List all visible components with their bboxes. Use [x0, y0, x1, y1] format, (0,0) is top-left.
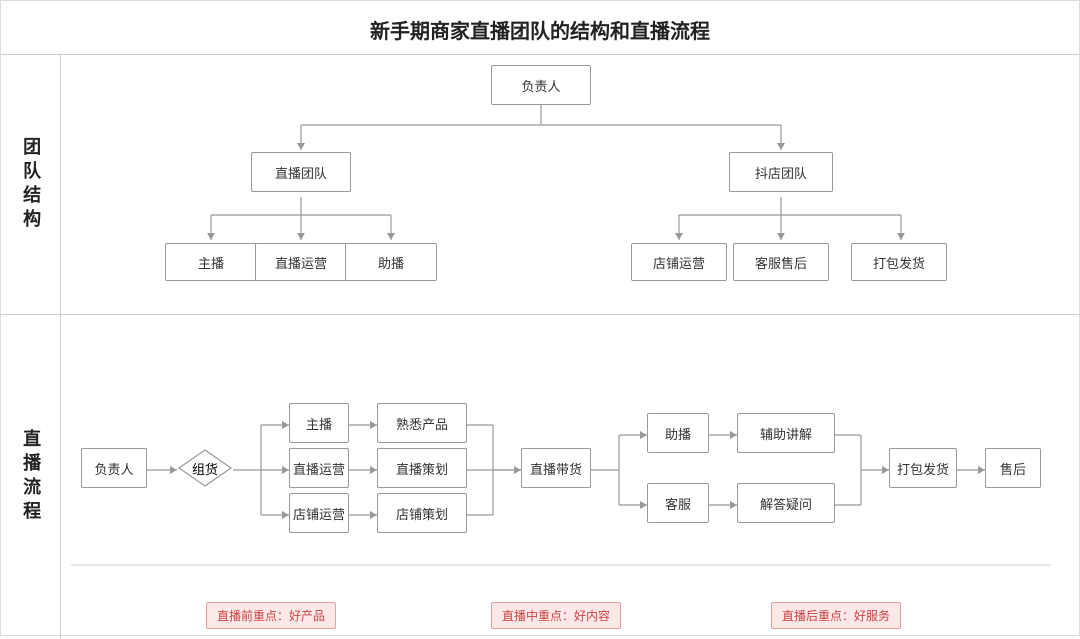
highlight-before: 直播前重点：好产品 [206, 602, 336, 629]
page: 新手期商家直播团队的结构和直播流程 团队结构 [0, 0, 1080, 636]
flow-dpch: 店铺策划 [377, 493, 467, 533]
flow-fzr: 负责人 [81, 448, 147, 488]
page-title: 新手期商家直播团队的结构和直播流程 [1, 1, 1079, 55]
box-dbfh-top: 打包发货 [851, 243, 947, 281]
box-zb2-top: 助播 [345, 243, 437, 281]
flow-zbch: 直播策划 [377, 448, 467, 488]
flow-dpyy: 店铺运营 [289, 493, 349, 533]
flow-zb2: 助播 [647, 413, 709, 453]
team-structure-section: 团队结构 [1, 55, 1079, 315]
main-content: 团队结构 [1, 55, 1079, 639]
team-label-text: 团队结构 [18, 137, 43, 233]
flow-zu: 组货 [177, 448, 233, 488]
box-zbyy-top: 直播运营 [255, 243, 347, 281]
box-fzr-top: 负责人 [491, 65, 591, 105]
flow-zbyy: 直播运营 [289, 448, 349, 488]
flow-dbfh: 打包发货 [889, 448, 957, 488]
flow-sh: 售后 [985, 448, 1041, 488]
flow-scp: 熟悉产品 [377, 403, 467, 443]
team-structure-label: 团队结构 [1, 55, 61, 314]
live-flow-section: 直播流程 [1, 315, 1079, 639]
team-structure-diagram: 负责人 直播团队 抖店团队 主播 直播运营 [61, 55, 1079, 314]
flow-zb: 主播 [289, 403, 349, 443]
flow-zbdh: 直播带货 [521, 448, 591, 488]
box-ddteam: 抖店团队 [729, 152, 833, 192]
flow-fzjj: 辅助讲解 [737, 413, 835, 453]
flow-jdyw: 解答疑问 [737, 483, 835, 523]
live-flow-label: 直播流程 [1, 315, 61, 639]
box-dpyy-top: 店铺运营 [631, 243, 727, 281]
live-flow-diagram: 负责人 组货 主播 直播运营 [61, 315, 1079, 639]
flow-ks: 客服 [647, 483, 709, 523]
flow-label-text: 直播流程 [18, 429, 43, 525]
highlight-after: 直播后重点：好服务 [771, 602, 901, 629]
box-zb-top: 主播 [165, 243, 257, 281]
box-zbteam: 直播团队 [251, 152, 351, 192]
box-kssl-top: 客服售后 [733, 243, 829, 281]
highlight-mid: 直播中重点：好内容 [491, 602, 621, 629]
